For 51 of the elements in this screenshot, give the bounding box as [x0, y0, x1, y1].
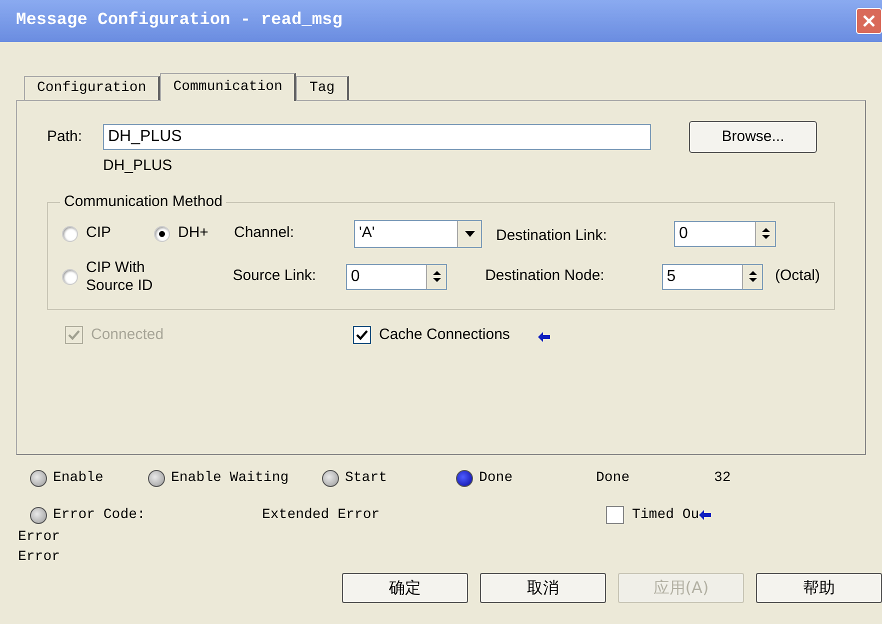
radio-button[interactable]	[62, 226, 78, 242]
done-label: Done	[596, 468, 631, 488]
number-field[interactable]: 0	[674, 220, 776, 246]
tab[interactable]: Configuration	[24, 76, 160, 100]
spinner-arrows-icon[interactable]	[426, 264, 446, 288]
browse-button[interactable]: Browse...	[689, 121, 817, 153]
close-button[interactable]	[856, 8, 882, 34]
number-field[interactable]: 5	[662, 264, 763, 290]
checkbox-label: Connected	[91, 324, 164, 344]
spinner-arrows-icon[interactable]	[742, 264, 762, 288]
radio-label: CIP With Source ID	[86, 258, 154, 294]
status-label: Enable	[53, 468, 104, 488]
channel-label: Channel:	[234, 223, 296, 244]
dialog-button[interactable]: 取消	[480, 573, 606, 603]
status-label: Enable Waiting	[171, 468, 289, 488]
number-field[interactable]: 0	[346, 264, 448, 290]
tab[interactable]: Tag	[296, 76, 349, 100]
spinner-arrows-icon[interactable]	[755, 222, 775, 246]
resolved-path: DH_PLUS	[103, 156, 174, 176]
arrow-left-icon	[538, 332, 550, 342]
checkbox-label: Timed Ou	[632, 506, 700, 524]
radio-button[interactable]	[62, 268, 78, 284]
error-text: Error	[18, 528, 60, 547]
destination-link-label: Destination Link:	[496, 226, 608, 246]
path-label: Path:	[47, 126, 84, 147]
channel-dropdown[interactable]: 'A'	[354, 220, 482, 248]
close-icon	[862, 14, 876, 28]
source-link-label: Source Link:	[232, 266, 318, 286]
checkbox-label: Cache Connections	[379, 324, 510, 344]
checkmark-icon	[68, 328, 80, 341]
destination-node-label: Destination Node:	[485, 266, 606, 286]
checkbox[interactable]	[353, 326, 371, 344]
status-label: Start	[345, 468, 388, 488]
checkmark-icon	[356, 328, 368, 341]
extended-error-label: Extended Error	[262, 506, 381, 524]
radio-button[interactable]	[154, 226, 170, 242]
unit-label: (Octal)	[775, 266, 820, 286]
dropdown-arrow-icon	[464, 230, 474, 236]
window-title: Message Configuration - read_msg	[16, 10, 342, 32]
tab[interactable]: Communication	[160, 73, 296, 101]
error-code-label: Error Code:	[53, 506, 146, 524]
dialog-button[interactable]: 确定	[342, 573, 468, 603]
radio-label: CIP	[86, 223, 112, 244]
status-label: Done	[479, 468, 513, 488]
path-field[interactable]: DH_PLUS	[103, 124, 651, 150]
done-value: 32	[714, 468, 731, 488]
arrow-left-icon	[699, 510, 712, 520]
dialog-button[interactable]: 帮助	[756, 573, 882, 603]
error-text: Error	[18, 548, 60, 567]
radio-label: DH+	[178, 223, 208, 244]
checkbox[interactable]	[606, 506, 624, 524]
